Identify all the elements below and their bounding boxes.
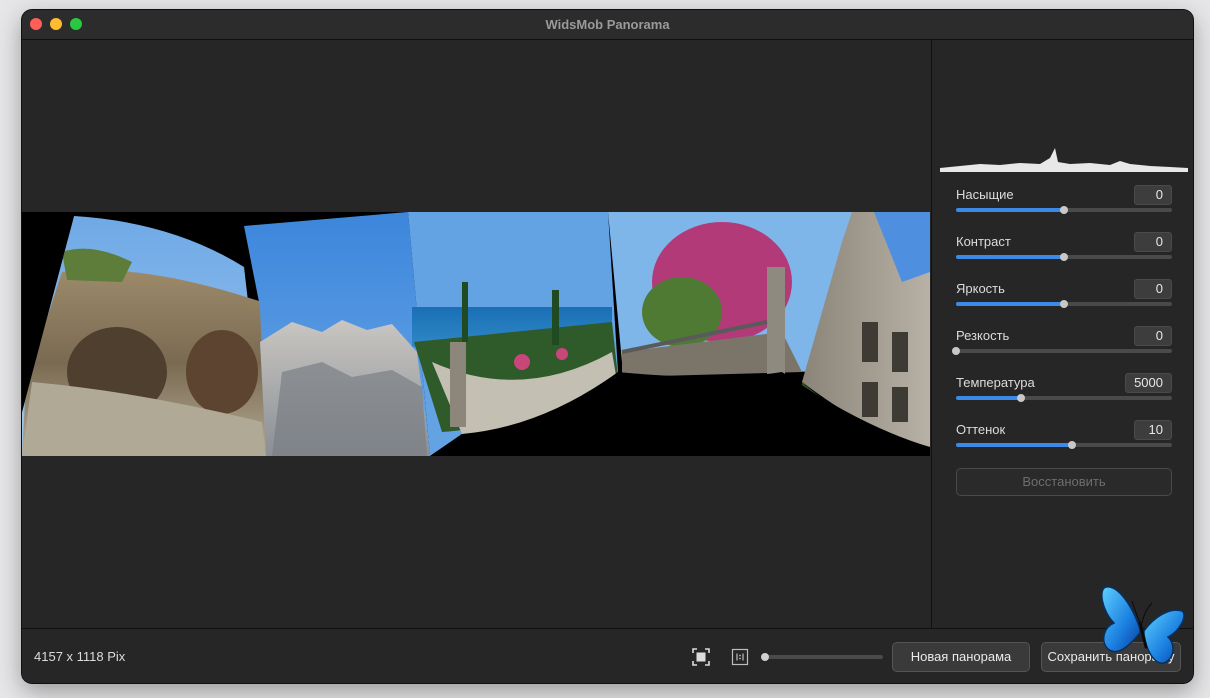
contrast-value-field[interactable]: 0 [1134,232,1172,252]
temperature-value-field[interactable]: 5000 [1125,373,1172,393]
saturation-slider-fill [956,208,1064,212]
histogram [940,148,1188,172]
tint-slider-fill [956,443,1072,447]
zoom-slider-thumb[interactable] [761,653,769,661]
fit-to-window-icon[interactable] [692,648,710,666]
temperature-slider-thumb[interactable] [1016,394,1025,402]
saturation-label: Насыщие [956,187,1014,202]
temperature-label: Температура [956,375,1035,390]
contrast-slider-fill [956,255,1064,259]
tint-label: Оттенок [956,422,1006,437]
sharpness-slider[interactable] [952,347,1172,355]
contrast-slider[interactable] [956,253,1172,261]
adjustment-tint: Оттенок 10 [956,420,1172,469]
adjustment-sharpness: Резкость 0 [952,326,1172,375]
title-bar: WidsMob Panorama [22,10,1193,40]
adjustment-saturation: Насыщие 0 [956,185,1172,234]
panorama-preview-image [22,212,930,456]
saturation-value-field[interactable]: 0 [1134,185,1172,205]
sharpness-label: Резкость [956,328,1010,343]
bottom-toolbar: 4157 x 1118 Pix Новая панорама Сохранить… [22,628,1193,683]
saturation-slider[interactable] [956,206,1172,214]
reset-button[interactable]: Восстановить [956,468,1172,496]
adjustment-contrast: Контраст 0 [956,232,1172,281]
contrast-label: Контраст [956,234,1011,249]
sharpness-value-field[interactable]: 0 [1134,326,1172,346]
window-title: WidsMob Panorama [545,17,670,32]
brightness-slider[interactable] [956,300,1172,308]
brightness-slider-thumb[interactable] [1060,300,1068,308]
brightness-value-field[interactable]: 0 [1134,279,1172,299]
temperature-slider-fill [956,396,1021,400]
brightness-label: Яркость [956,281,1005,296]
tint-slider-thumb[interactable] [1067,441,1076,449]
adjustment-brightness: Яркость 0 [956,279,1172,328]
panorama-canvas[interactable] [22,40,931,628]
image-dimensions: 4157 x 1118 Pix [34,649,126,664]
brightness-slider-fill [956,302,1064,306]
butterfly-watermark-icon [1101,586,1185,664]
tint-slider[interactable] [956,441,1172,449]
new-panorama-button[interactable]: Новая панорама [892,642,1030,672]
app-window: WidsMob Panorama Насыщие 0 Контраст 0 Яр… [22,10,1193,683]
tint-value-field[interactable]: 10 [1134,420,1172,440]
saturation-slider-thumb[interactable] [1060,206,1068,214]
zoom-slider[interactable] [761,653,883,661]
temperature-slider[interactable] [956,394,1172,402]
adjustment-temperature: Температура 5000 [956,373,1172,422]
adjustments-sidebar: Насыщие 0 Контраст 0 Яркость 0 Резкость … [931,40,1193,628]
contrast-slider-thumb[interactable] [1060,253,1068,261]
sharpness-slider-thumb[interactable] [952,347,960,355]
actual-size-icon[interactable] [731,648,749,666]
